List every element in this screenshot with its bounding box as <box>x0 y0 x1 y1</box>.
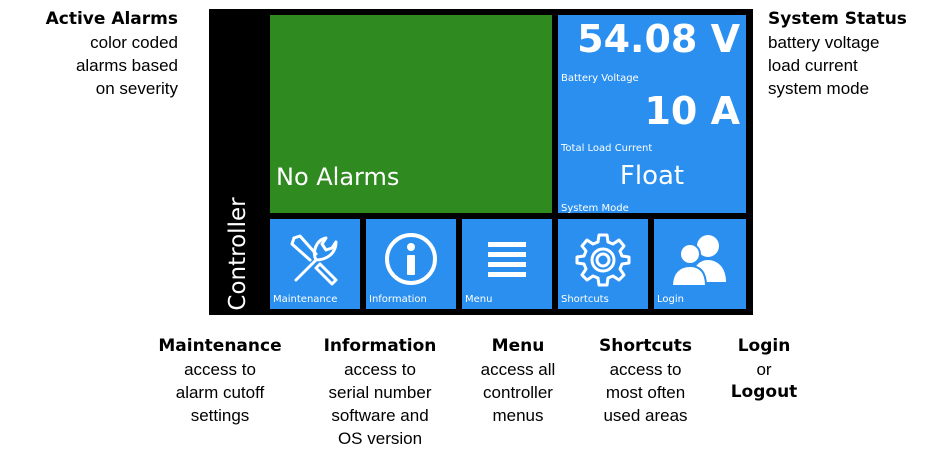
menu-heading: Menu <box>491 336 545 356</box>
alarm-status-text: No Alarms <box>276 163 400 191</box>
active-alarms-heading: Active Alarms <box>45 9 178 29</box>
load-current-label: Total Load Current <box>561 143 653 154</box>
maintenance-callout: Maintenance access to alarm cutoff setti… <box>140 335 300 427</box>
controller-side-label: Controller <box>209 9 267 315</box>
callout-line: battery voltage <box>768 33 880 52</box>
callout-line: on severity <box>95 79 178 98</box>
login-tile[interactable]: Login <box>654 219 746 309</box>
login-heading: Login <box>737 336 791 356</box>
maintenance-tile[interactable]: Maintenance <box>270 219 360 309</box>
shortcuts-callout: Shortcuts access to most often used area… <box>583 335 708 427</box>
shortcuts-tile[interactable]: Shortcuts <box>558 219 648 309</box>
active-alarms-panel[interactable]: No Alarms <box>270 15 552 213</box>
callout-line: access to <box>609 360 682 379</box>
shortcuts-label: Shortcuts <box>561 294 609 305</box>
menu-label: Menu <box>465 294 493 305</box>
gear-icon <box>575 233 631 287</box>
callout-line: used areas <box>603 406 688 425</box>
load-current-value: 10 A <box>644 89 740 133</box>
system-status-panel[interactable]: 54.08 V Battery Voltage 10 A Total Load … <box>558 15 746 214</box>
callout-line: load current <box>768 56 858 75</box>
shortcuts-heading: Shortcuts <box>599 336 692 356</box>
menu-tile[interactable]: Menu <box>462 219 552 309</box>
login-label: Login <box>657 294 684 305</box>
controller-title: Controller <box>225 197 251 311</box>
information-tile[interactable]: Information <box>366 219 456 309</box>
callout-line: system mode <box>768 79 870 98</box>
login-callout: Login or Logout <box>712 335 816 404</box>
information-callout: Information access to serial number soft… <box>305 335 455 450</box>
callout-line: most often <box>605 383 686 402</box>
callout-line: alarms based <box>75 56 178 75</box>
hamburger-menu-icon <box>488 242 526 277</box>
callout-line: or <box>756 360 772 379</box>
system-status-callout: System Status battery voltage load curre… <box>768 8 942 100</box>
callout-line: OS version <box>337 429 423 448</box>
callout-line: serial number <box>328 383 432 402</box>
callout-line: software and <box>331 406 429 425</box>
controller-screen: Controller No Alarms 54.08 V Battery Vol… <box>209 9 753 315</box>
callout-line: access all <box>480 360 556 379</box>
callout-line: access to <box>344 360 416 379</box>
system-mode-label: System Mode <box>561 203 629 214</box>
callout-line: access to <box>184 360 256 379</box>
callout-line: color coded <box>90 33 178 52</box>
callout-line: menus <box>492 406 544 425</box>
information-label: Information <box>369 294 427 305</box>
callout-line: settings <box>190 406 250 425</box>
callout-line: alarm cutoff <box>175 383 265 402</box>
menu-callout: Menu access all controller menus <box>458 335 578 427</box>
system-status-heading: System Status <box>768 9 907 29</box>
logout-heading: Logout <box>730 382 798 402</box>
callout-line: controller <box>483 383 553 402</box>
information-heading: Information <box>323 336 437 356</box>
maintenance-heading: Maintenance <box>158 336 282 356</box>
maintenance-label: Maintenance <box>273 294 338 305</box>
battery-voltage-value: 54.08 V <box>577 17 740 61</box>
active-alarms-callout: Active Alarms color coded alarms based o… <box>0 8 178 100</box>
wrench-screwdriver-icon <box>290 234 338 286</box>
info-icon <box>385 233 437 285</box>
battery-voltage-label: Battery Voltage <box>561 73 639 84</box>
users-icon <box>670 235 726 287</box>
system-mode-value: Float <box>619 161 685 191</box>
